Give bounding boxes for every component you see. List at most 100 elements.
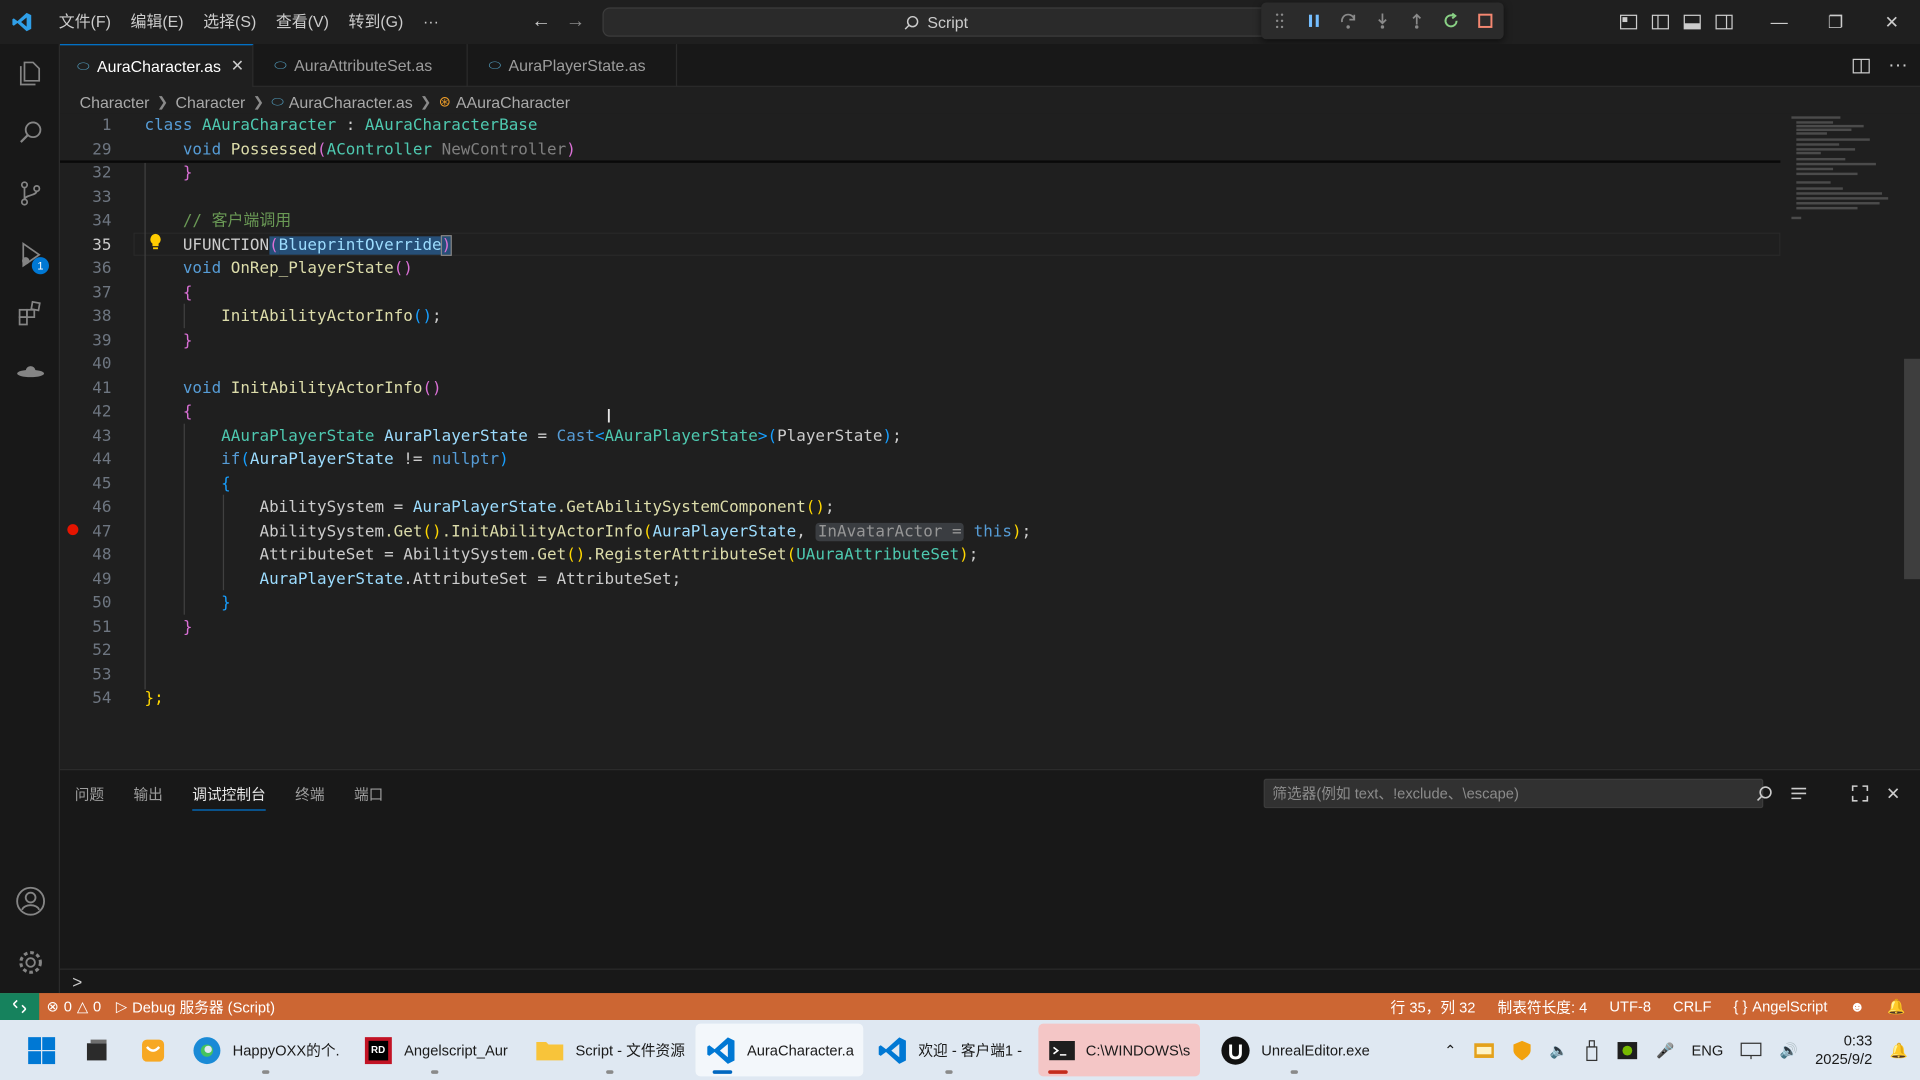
close-window-icon[interactable]: ✕ — [1864, 0, 1920, 44]
close-panel-icon[interactable]: ✕ — [1886, 783, 1900, 804]
usb-icon[interactable] — [1585, 1039, 1600, 1061]
explorer-icon[interactable] — [0, 44, 60, 103]
editor-scrollbar[interactable] — [1904, 358, 1920, 580]
code-line: 50 } — [92, 593, 231, 613]
activity-bar: 1 — [0, 44, 60, 994]
lightbulb-icon[interactable] — [148, 233, 163, 254]
tab-debug-console[interactable]: 调试控制台 — [192, 777, 266, 810]
taskbar-app-vscode-welcome[interactable]: 欢迎 - 客户端1 - — [867, 1024, 1032, 1077]
menu-more[interactable]: ··· — [413, 0, 449, 44]
restore-icon[interactable]: ❐ — [1807, 0, 1863, 44]
drag-handle-icon[interactable] — [1271, 12, 1288, 29]
forward-arrow-icon[interactable]: → — [566, 11, 586, 33]
line-ending[interactable]: CRLF — [1666, 998, 1719, 1015]
taskbar-app-yellow[interactable] — [130, 1024, 177, 1077]
problems-indicator[interactable]: ⊗ 0 △ 0 — [39, 998, 108, 1015]
tab-auraattributeset[interactable]: ⬭ AuraAttributeSet.as — [257, 44, 468, 87]
debug-indicator[interactable]: ▷ Debug 服务器 (Script) — [109, 996, 283, 1017]
tab-auracharacter[interactable]: ⬭ AuraCharacter.as ✕ — [60, 44, 254, 87]
indentation[interactable]: 制表符长度: 4 — [1490, 996, 1595, 1017]
command-center-label: Script — [927, 12, 969, 32]
search-icon[interactable] — [1756, 785, 1773, 802]
breakpoint-icon[interactable] — [67, 524, 79, 536]
app-label: AuraCharacter.a — [746, 1041, 854, 1059]
menu-edit[interactable]: 编辑(E) — [121, 0, 194, 44]
speaker-icon[interactable]: 🔊 — [1780, 1041, 1798, 1058]
microphone-icon[interactable]: 🎤 — [1656, 1041, 1674, 1058]
task-view-button[interactable] — [73, 1024, 120, 1077]
tab-terminal[interactable]: 终端 — [295, 783, 324, 804]
menu-selection[interactable]: 选择(S) — [193, 0, 266, 44]
cursor-position[interactable]: 行 35，列 32 — [1383, 996, 1483, 1017]
maximize-panel-icon[interactable] — [1852, 785, 1869, 802]
chevron-up-icon[interactable]: ⌃ — [1444, 1041, 1456, 1058]
taskbar-app-edge[interactable]: HappyOXX的个. — [181, 1024, 349, 1077]
debug-console-filter-input[interactable]: 筛选器(例如 text、!exclude、\escape) — [1263, 778, 1764, 809]
volume-icon[interactable]: 🔈 — [1550, 1041, 1568, 1058]
taskbar-app-rider[interactable]: RD Angelscript_Aur — [353, 1024, 518, 1077]
split-editor-icon[interactable] — [1851, 56, 1871, 76]
restart-icon[interactable] — [1442, 12, 1459, 29]
tab-ports[interactable]: 端口 — [354, 783, 383, 804]
step-into-icon[interactable] — [1374, 12, 1391, 29]
start-button[interactable] — [17, 1024, 66, 1077]
menu-go[interactable]: 转到(G) — [339, 0, 413, 44]
minimize-icon[interactable]: — — [1751, 0, 1807, 44]
manage-gear-icon[interactable] — [0, 933, 60, 992]
run-debug-icon[interactable]: 1 — [0, 225, 60, 284]
minimap[interactable] — [1787, 114, 1903, 261]
input-language[interactable]: ENG — [1691, 1041, 1723, 1058]
source-control-icon[interactable] — [0, 164, 60, 223]
extensions-icon[interactable] — [0, 284, 60, 343]
copilot-icon[interactable]: ☻ — [1842, 998, 1872, 1015]
customize-layout-icon[interactable] — [1619, 12, 1639, 32]
stop-icon[interactable] — [1477, 12, 1494, 29]
taskbar-app-explorer[interactable]: Script - 文件资源 — [524, 1024, 695, 1077]
search-sidebar-icon[interactable] — [0, 103, 60, 162]
shield-icon[interactable] — [1513, 1039, 1533, 1061]
tab-output[interactable]: 输出 — [133, 783, 162, 804]
accounts-icon[interactable] — [0, 872, 60, 931]
encoding[interactable]: UTF-8 — [1602, 998, 1658, 1015]
more-actions-icon[interactable]: ··· — [1888, 54, 1908, 76]
code-line: 32 } — [92, 164, 193, 183]
tab-auraplayerstate[interactable]: ⬭ AuraPlayerState.as — [471, 44, 678, 87]
taskbar-app-vscode-active[interactable]: AuraCharacter.a — [695, 1023, 864, 1077]
code-editor[interactable]: 1 class AAuraCharacter : AAuraCharacterBa… — [60, 113, 1920, 769]
clear-console-icon[interactable] — [1791, 785, 1808, 802]
close-tab-icon[interactable]: ✕ — [231, 56, 244, 76]
breadcrumb-folder[interactable]: Character — [175, 92, 245, 110]
menu-view[interactable]: 查看(V) — [266, 0, 339, 44]
nvidia-icon[interactable] — [1617, 1040, 1639, 1060]
toggle-secondary-sidebar-icon[interactable] — [1714, 12, 1734, 32]
remote-indicator-icon[interactable] — [0, 993, 40, 1020]
notifications-bell-icon[interactable]: 🔔 — [1880, 998, 1913, 1015]
step-out-icon[interactable] — [1408, 12, 1425, 29]
back-arrow-icon[interactable]: ← — [531, 11, 551, 33]
taskbar-app-terminal[interactable]: C:\WINDOWS\s — [1038, 1023, 1200, 1077]
step-over-icon[interactable] — [1340, 12, 1357, 29]
taskbar-app-unreal[interactable]: UnrealEditor.exe — [1210, 1024, 1380, 1077]
running-indicator — [605, 1070, 614, 1074]
breadcrumb-symbol[interactable]: AAuraCharacter — [456, 92, 570, 110]
pause-icon[interactable] — [1305, 12, 1322, 29]
menu-file[interactable]: 文件(F) — [49, 0, 121, 44]
angelscript-file-icon: ⬭ — [77, 56, 90, 75]
tab-problems[interactable]: 问题 — [75, 783, 104, 804]
clock[interactable]: 0:33 2025/9/2 — [1815, 1032, 1872, 1069]
tab-label: AuraPlayerState.as — [508, 56, 646, 75]
language-mode[interactable]: { } AngelScript — [1726, 998, 1835, 1015]
toggle-panel-icon[interactable] — [1682, 12, 1702, 32]
remote-explorer-icon[interactable] — [0, 344, 60, 403]
command-center[interactable]: Script — [602, 7, 1270, 37]
debug-console-input[interactable]: > — [60, 968, 1920, 993]
breadcrumb-file[interactable]: AuraCharacter.as — [289, 92, 413, 110]
breadcrumb-folder[interactable]: Character — [80, 92, 150, 110]
menu-bar: 文件(F) 编辑(E) 选择(S) 查看(V) 转到(G) ··· — [49, 0, 449, 44]
network-icon[interactable] — [1740, 1040, 1762, 1060]
edge-icon — [193, 1036, 221, 1064]
warning-icon: △ — [76, 997, 89, 1016]
tray-app-icon[interactable] — [1474, 1040, 1496, 1060]
notification-icon[interactable]: 🔔 — [1889, 1041, 1907, 1058]
toggle-primary-sidebar-icon[interactable] — [1651, 12, 1671, 32]
